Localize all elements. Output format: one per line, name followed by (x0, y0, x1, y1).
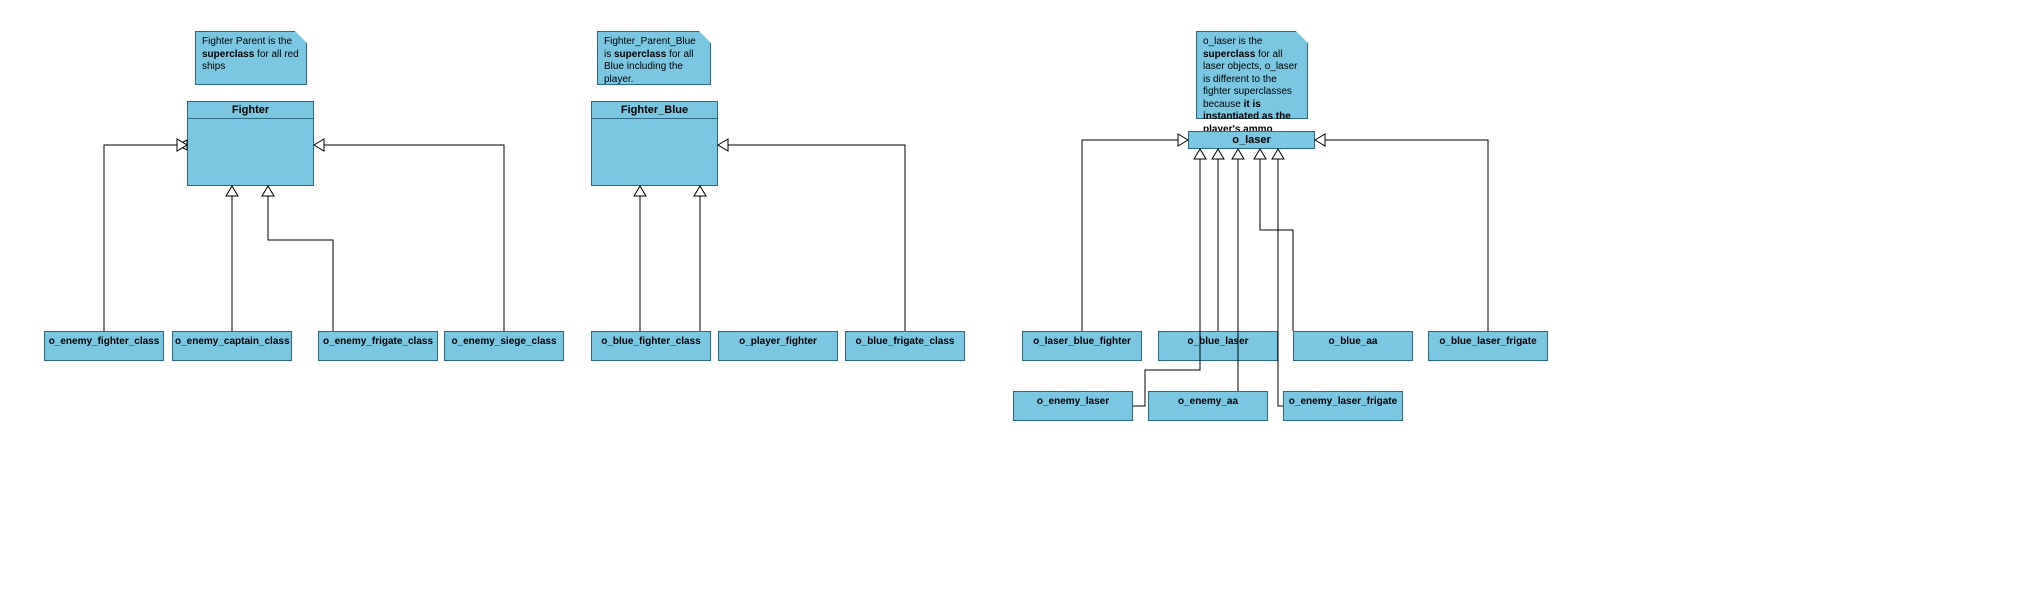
sub-o-laser-blue-fighter: o_laser_blue_fighter (1022, 331, 1142, 361)
sub-o-enemy-laser: o_enemy_laser (1013, 391, 1133, 421)
class-title: Fighter (188, 102, 313, 119)
note-o-laser: o_laser is the superclass for all laser … (1196, 31, 1308, 119)
note-text-bold: superclass (614, 49, 666, 60)
sub-o-player-fighter: o_player_fighter (718, 331, 838, 361)
connectors (0, 0, 2041, 609)
note-text: o_laser is the (1203, 36, 1262, 47)
note-text: Fighter Parent is the (202, 36, 292, 47)
sub-o-blue-fighter-class: o_blue_fighter_class (591, 331, 711, 361)
sub-o-enemy-frigate-class: o_enemy_frigate_class (318, 331, 438, 361)
sub-o-enemy-aa: o_enemy_aa (1148, 391, 1268, 421)
sub-o-blue-laser: o_blue_laser (1158, 331, 1278, 361)
uml-canvas: Fighter Parent is the superclass for all… (0, 0, 2041, 609)
note-text-bold: superclass (1203, 49, 1255, 60)
sub-o-blue-frigate-class: o_blue_frigate_class (845, 331, 965, 361)
class-fighter: Fighter (187, 101, 314, 186)
sub-o-enemy-fighter-class: o_enemy_fighter_class (44, 331, 164, 361)
class-fighter-blue: Fighter_Blue (591, 101, 718, 186)
note-text-bold: superclass (202, 49, 254, 60)
sub-o-enemy-captain-class: o_enemy_captain_class (172, 331, 292, 361)
sub-o-enemy-siege-class: o_enemy_siege_class (444, 331, 564, 361)
sub-o-blue-laser-frigate: o_blue_laser_frigate (1428, 331, 1548, 361)
class-o-laser: o_laser (1188, 131, 1315, 149)
sub-o-enemy-laser-frigate: o_enemy_laser_frigate (1283, 391, 1403, 421)
note-fighter-blue: Fighter_Parent_Blue is superclass for al… (597, 31, 711, 85)
class-title: Fighter_Blue (592, 102, 717, 119)
class-title: o_laser (1189, 132, 1314, 148)
note-fighter: Fighter Parent is the superclass for all… (195, 31, 307, 85)
sub-o-blue-aa: o_blue_aa (1293, 331, 1413, 361)
